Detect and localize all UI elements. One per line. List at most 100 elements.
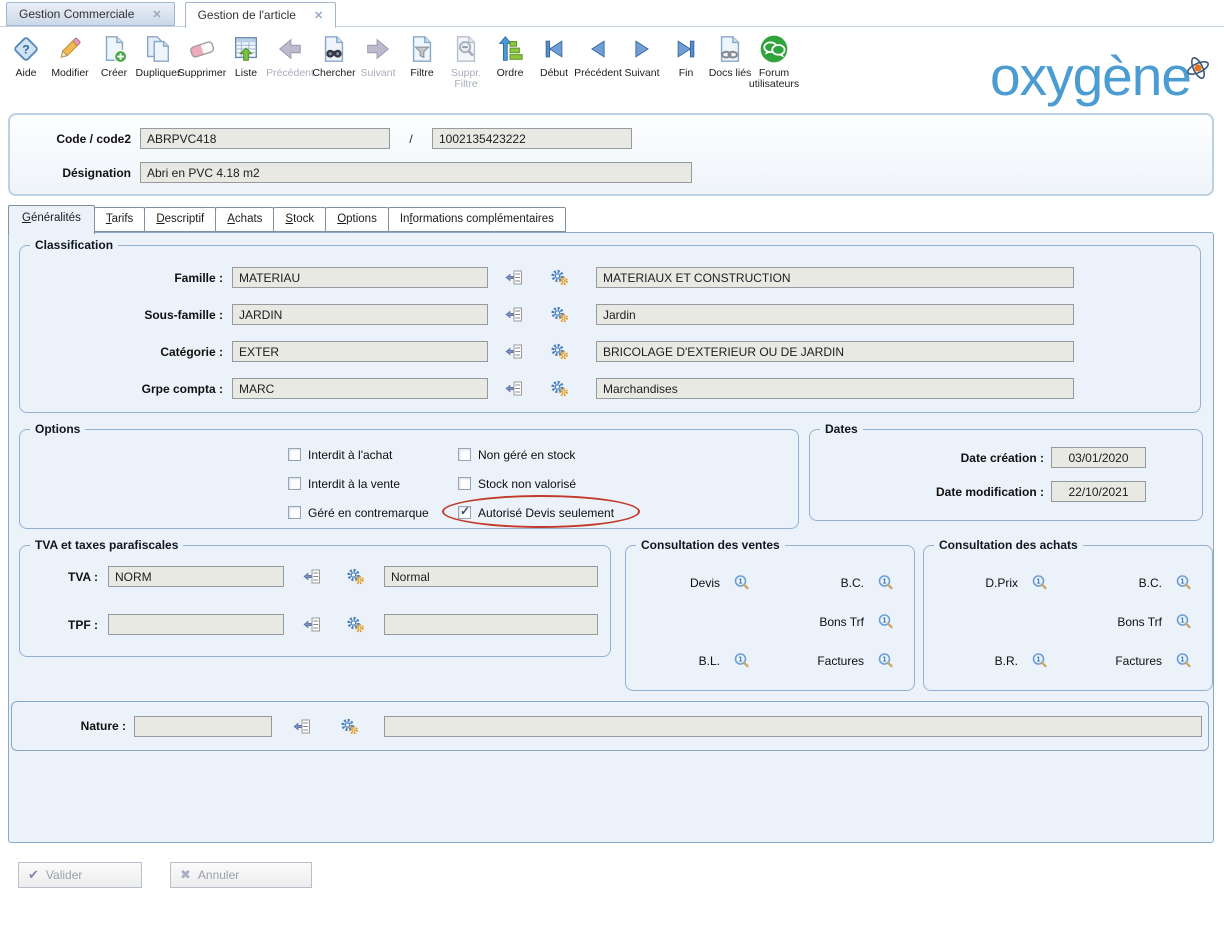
achats-factures-cell: Factures 1 — [1096, 652, 1192, 669]
suppr-filtre-button[interactable]: Suppr. Filtre — [444, 30, 488, 90]
svg-text:1: 1 — [883, 657, 887, 664]
ventes-bl-lookup-button[interactable]: 1 — [733, 652, 750, 669]
precedent-nav-button[interactable]: Précédent — [576, 30, 620, 79]
date-creation-row: Date création : 03/01/2020 — [810, 447, 1202, 468]
dupliquer-button[interactable]: Dupliquer — [136, 30, 180, 79]
achats-bons-trf-cell: Bons Trf 1 — [1096, 613, 1192, 630]
date-creation-field[interactable]: 03/01/2020 — [1051, 447, 1146, 468]
annuler-button[interactable]: ✖ Annuler — [170, 862, 312, 888]
debut-button[interactable]: Début — [532, 30, 576, 79]
gears-icon[interactable] — [548, 343, 570, 360]
forum-utilisateurs-button[interactable]: Forum utilisateurs — [752, 30, 796, 90]
precedent-record-button[interactable]: Précédent — [268, 30, 312, 79]
fin-button[interactable]: Fin — [664, 30, 708, 79]
close-icon[interactable]: ✕ — [314, 9, 323, 22]
grpe-compta-row: Grpe compta : MARC Marchandises — [20, 370, 1200, 407]
nature-code-field[interactable] — [134, 716, 272, 737]
gears-icon[interactable] — [344, 616, 366, 633]
checkbox-stock-non-valorise[interactable] — [458, 477, 471, 490]
code2-field[interactable]: 1002135423222 — [432, 128, 632, 149]
checkbox-interdit-vente[interactable] — [288, 477, 301, 490]
designation-field[interactable]: Abri en PVC 4.18 m2 — [140, 162, 692, 183]
gears-icon[interactable] — [338, 718, 360, 735]
checkbox-interdit-achat[interactable] — [288, 448, 301, 461]
window-tab-gestion-commerciale[interactable]: Gestion Commerciale ✕ — [6, 2, 175, 26]
close-icon[interactable]: ✕ — [152, 8, 161, 21]
famille-desc-field[interactable]: MATERIAUX ET CONSTRUCTION — [596, 267, 1074, 288]
list-select-icon[interactable] — [502, 344, 524, 359]
ventes-bc-lookup-button[interactable]: 1 — [877, 574, 894, 591]
tva-code-field[interactable]: NORM — [108, 566, 284, 587]
list-select-icon[interactable] — [502, 381, 524, 396]
modifier-button[interactable]: Modifier — [48, 30, 92, 79]
gears-icon[interactable] — [548, 380, 570, 397]
new-document-icon — [99, 30, 129, 68]
achats-bons-trf-lookup-button[interactable]: 1 — [1175, 613, 1192, 630]
ventes-devis-lookup-button[interactable]: 1 — [733, 574, 750, 591]
list-select-icon[interactable] — [502, 307, 524, 322]
tpf-code-field[interactable] — [108, 614, 284, 635]
grpe-compta-code-field[interactable]: MARC — [232, 378, 488, 399]
categorie-code-field[interactable]: EXTER — [232, 341, 488, 362]
achats-factures-lookup-button[interactable]: 1 — [1175, 652, 1192, 669]
aide-button[interactable]: ? Aide — [4, 30, 48, 79]
filter-icon — [407, 30, 437, 68]
list-select-icon[interactable] — [300, 569, 322, 584]
tpf-desc-field[interactable] — [384, 614, 598, 635]
tab-generalites[interactable]: Généralités — [8, 205, 95, 234]
gears-icon[interactable] — [548, 306, 570, 323]
ordre-button[interactable]: Ordre — [488, 30, 532, 79]
consultation-achats-groupbox: Consultation des achats D.Prix 1 B.C. 1 — [923, 545, 1213, 691]
achats-bc-lookup-button[interactable]: 1 — [1175, 574, 1192, 591]
suivant-nav-button[interactable]: Suivant — [620, 30, 664, 79]
list-select-icon[interactable] — [300, 617, 322, 632]
liste-button[interactable]: Liste — [224, 30, 268, 79]
supprimer-button[interactable]: Supprimer — [180, 30, 224, 79]
tab-descriptif[interactable]: Descriptif — [144, 207, 216, 232]
ventes-factures-lookup-button[interactable]: 1 — [877, 652, 894, 669]
option-interdit-vente: Interdit à la vente — [288, 476, 458, 491]
famille-code-field[interactable]: MATERIAU — [232, 267, 488, 288]
checkbox-autorise-devis-seulement[interactable] — [458, 506, 471, 519]
grpe-compta-desc-field[interactable]: Marchandises — [596, 378, 1074, 399]
docs-lies-button[interactable]: Docs liés — [708, 30, 752, 79]
check-icon: ✔ — [28, 867, 39, 883]
tpf-label: TPF : — [20, 618, 108, 632]
tva-desc-field[interactable]: Normal — [384, 566, 598, 587]
nature-desc-field[interactable] — [384, 716, 1202, 737]
achats-br-lookup-button[interactable]: 1 — [1031, 652, 1048, 669]
creer-button[interactable]: Créer — [92, 30, 136, 79]
sous-famille-desc-field[interactable]: Jardin — [596, 304, 1074, 325]
categorie-desc-field[interactable]: BRICOLAGE D'EXTERIEUR OU DE JARDIN — [596, 341, 1074, 362]
tab-tarifs[interactable]: Tarifs — [94, 207, 145, 232]
checkbox-non-gere-stock[interactable] — [458, 448, 471, 461]
gears-icon[interactable] — [344, 568, 366, 585]
list-select-icon[interactable] — [502, 270, 524, 285]
tab-options[interactable]: Options — [325, 207, 389, 232]
gears-icon[interactable] — [548, 269, 570, 286]
checkbox-gere-contremarque[interactable] — [288, 506, 301, 519]
main-toolbar: ? Aide Modifier Créer Dupliquer Supprime… — [4, 30, 796, 90]
list-select-icon[interactable] — [290, 719, 312, 734]
chercher-button[interactable]: Chercher — [312, 30, 356, 79]
famille-row: Famille : MATERIAU MATERIAUX ET CONSTRUC… — [20, 259, 1200, 296]
tab-informations-complementaires[interactable]: Informations complémentaires — [388, 207, 566, 232]
svg-text:1: 1 — [1181, 618, 1185, 625]
tab-stock[interactable]: Stock — [273, 207, 326, 232]
filtre-button[interactable]: Filtre — [400, 30, 444, 79]
date-modification-field[interactable]: 22/10/2021 — [1051, 481, 1146, 502]
achats-dprix-lookup-button[interactable]: 1 — [1031, 574, 1048, 591]
code-separator: / — [390, 132, 432, 146]
code-field[interactable]: ABRPVC418 — [140, 128, 390, 149]
sous-famille-label: Sous-famille : — [20, 308, 232, 322]
next-record-icon — [628, 30, 656, 68]
arrow-right-gray-icon — [363, 30, 393, 68]
ventes-bons-trf-lookup-button[interactable]: 1 — [877, 613, 894, 630]
window-tab-gestion-article[interactable]: Gestion de l'article ✕ — [185, 2, 337, 28]
option-gere-contremarque: Géré en contremarque — [288, 505, 458, 520]
tpf-row: TPF : — [20, 614, 610, 635]
sous-famille-code-field[interactable]: JARDIN — [232, 304, 488, 325]
suivant-record-button[interactable]: Suivant — [356, 30, 400, 79]
tab-achats[interactable]: Achats — [215, 207, 274, 232]
valider-button[interactable]: ✔ Valider — [18, 862, 142, 888]
